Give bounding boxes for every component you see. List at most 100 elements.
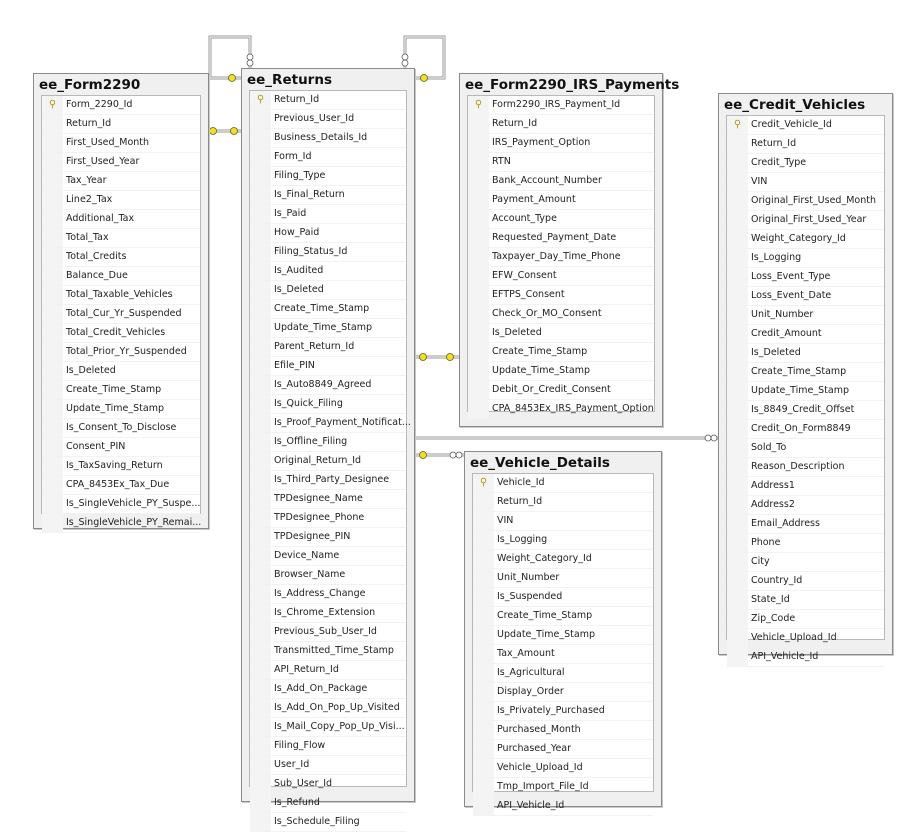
column-row[interactable]: Sold_To [727, 439, 884, 458]
column-row[interactable]: Create_Time_Stamp [473, 607, 653, 626]
column-row[interactable]: Filing_Flow [250, 737, 406, 756]
column-row[interactable]: Is_SingleVehicle_PY_Suspe... [42, 495, 200, 514]
column-row[interactable]: ⚲ Vehicle_Id [473, 474, 653, 493]
column-row[interactable]: Is_Offline_Filing [250, 433, 406, 452]
column-row[interactable]: Unit_Number [727, 306, 884, 325]
column-row[interactable]: Unit_Number [473, 569, 653, 588]
column-row[interactable]: Is_Add_On_Pop_Up_Visited [250, 699, 406, 718]
column-row[interactable]: Credit_Amount [727, 325, 884, 344]
column-row[interactable]: ⚲ Credit_Vehicle_Id [727, 116, 884, 135]
table-ee-credit-vehicles[interactable]: ee_Credit_Vehicles ⚲ Credit_Vehicle_Id Retu… [718, 93, 893, 667]
column-row[interactable]: Is_Deleted [727, 344, 884, 363]
column-row[interactable]: API_Vehicle_Id [473, 797, 653, 816]
column-row[interactable]: API_Return_Id [250, 661, 406, 680]
column-row[interactable]: City [727, 553, 884, 572]
column-row[interactable]: ⚲ Return_Id [250, 91, 406, 110]
column-row[interactable]: Taxpayer_Day_Time_Phone [468, 248, 654, 267]
column-row[interactable]: Total_Prior_Yr_Suspended [42, 343, 200, 362]
column-row[interactable]: Email_Address [727, 515, 884, 534]
column-row[interactable]: TPDesignee_PIN [250, 528, 406, 547]
column-row[interactable]: Line2_Tax [42, 191, 200, 210]
column-row[interactable]: Account_Type [468, 210, 654, 229]
column-row[interactable]: Is_Mail_Copy_Pop_Up_Visi... [250, 718, 406, 737]
column-row[interactable]: Check_Or_MO_Consent [468, 305, 654, 324]
column-row[interactable]: CPA_8453Ex_IRS_Payment_Option [468, 400, 654, 419]
column-row[interactable]: Is_Privately_Purchased [473, 702, 653, 721]
column-row[interactable]: Credit_Type [727, 154, 884, 173]
column-row[interactable]: Previous_Sub_User_Id [250, 623, 406, 642]
column-row[interactable]: Tax_Year [42, 172, 200, 191]
column-row[interactable]: Is_Suspended [473, 588, 653, 607]
column-row[interactable]: Is_Audited [250, 262, 406, 281]
column-row[interactable]: Is_Quick_Filing [250, 395, 406, 414]
column-row[interactable]: Balance_Due [42, 267, 200, 286]
column-row[interactable]: Is_Proof_Payment_Notificat... [250, 414, 411, 433]
column-row[interactable]: Tmp_Import_File_Id [473, 778, 653, 797]
column-row[interactable]: IRS_Payment_Option [468, 134, 654, 153]
table-ee-form2290[interactable]: ee_Form2290 ⚲ Form_2290_Id Return_Id First_U… [33, 73, 209, 533]
column-row[interactable]: Vehicle_Upload_Id [473, 759, 653, 778]
column-row[interactable]: Bank_Account_Number [468, 172, 654, 191]
column-row[interactable]: User_Id [250, 756, 406, 775]
column-row[interactable]: Loss_Event_Type [727, 268, 884, 287]
column-row[interactable]: Create_Time_Stamp [727, 363, 884, 382]
column-row[interactable]: Create_Time_Stamp [468, 343, 654, 362]
column-row[interactable]: Consent_PIN [42, 438, 200, 457]
column-row[interactable]: VIN [727, 173, 884, 192]
column-row[interactable]: Display_Order [473, 683, 653, 702]
column-row[interactable]: Update_Time_Stamp [42, 400, 200, 419]
column-row[interactable]: VIN [473, 512, 653, 531]
column-row[interactable]: TPDesignee_Name [250, 490, 406, 509]
column-row[interactable]: API_Vehicle_Id [727, 648, 884, 667]
column-row[interactable]: Is_SingleVehicle_PY_Remai... [42, 514, 201, 533]
column-row[interactable]: Is_Refund [250, 794, 406, 813]
column-row[interactable]: Total_Cur_Yr_Suspended [42, 305, 200, 324]
column-row[interactable]: Vehicle_Upload_Id [727, 629, 884, 648]
column-row[interactable]: Transmitted_Time_Stamp [250, 642, 406, 661]
column-row[interactable]: Tax_Amount [473, 645, 653, 664]
column-row[interactable]: Is_8849_Credit_Offset [727, 401, 884, 420]
column-row[interactable]: Total_Tax [42, 229, 200, 248]
column-row[interactable]: EFW_Consent [468, 267, 654, 286]
column-row[interactable]: Is_Agricultural [473, 664, 653, 683]
column-row[interactable]: Return_Id [468, 115, 654, 134]
column-row[interactable]: Country_Id [727, 572, 884, 591]
column-row[interactable]: Total_Credits [42, 248, 200, 267]
column-row[interactable]: Return_Id [42, 115, 200, 134]
column-row[interactable]: Original_Return_Id [250, 452, 406, 471]
column-row[interactable]: Filing_Type [250, 167, 406, 186]
column-row[interactable]: Create_Time_Stamp [42, 381, 200, 400]
column-row[interactable]: Return_Id [727, 135, 884, 154]
column-row[interactable]: Is_Paid [250, 205, 406, 224]
column-row[interactable]: Phone [727, 534, 884, 553]
column-row[interactable]: Update_Time_Stamp [250, 319, 406, 338]
column-row[interactable]: Efile_PIN [250, 357, 406, 376]
column-row[interactable]: Is_Logging [727, 249, 884, 268]
column-row[interactable]: Device_Name [250, 547, 406, 566]
column-row[interactable]: Create_Time_Stamp [250, 300, 406, 319]
column-row[interactable]: Previous_User_Id [250, 110, 406, 129]
column-row[interactable]: Original_First_Used_Year [727, 211, 884, 230]
table-ee-form2290-irs-payments[interactable]: ee_Form2290_IRS_Payments ⚲ Form2290_IRS_Pa… [459, 73, 679, 427]
table-ee-returns[interactable]: ee_Returns ⚲ Return_Id Previous_User_Id Busi… [241, 68, 415, 832]
column-row[interactable]: Purchased_Month [473, 721, 653, 740]
column-row[interactable]: Browser_Name [250, 566, 406, 585]
column-row[interactable]: Total_Credit_Vehicles [42, 324, 200, 343]
column-row[interactable]: Is_Final_Return [250, 186, 406, 205]
column-row[interactable]: Is_Consent_To_Disclose [42, 419, 200, 438]
column-row[interactable]: Credit_On_Form8849 [727, 420, 884, 439]
column-row[interactable]: Weight_Category_Id [473, 550, 653, 569]
column-row[interactable]: ⚲ Form_2290_Id [42, 96, 200, 115]
column-row[interactable]: EFTPS_Consent [468, 286, 654, 305]
column-row[interactable]: Sub_User_Id [250, 775, 406, 794]
column-row[interactable]: Address1 [727, 477, 884, 496]
column-row[interactable]: Is_Logging [473, 531, 653, 550]
column-row[interactable]: Return_Id [473, 493, 653, 512]
column-row[interactable]: First_Used_Year [42, 153, 200, 172]
column-row[interactable]: Is_Deleted [468, 324, 654, 343]
column-row[interactable]: Loss_Event_Date [727, 287, 884, 306]
column-row[interactable]: Debit_Or_Credit_Consent [468, 381, 654, 400]
column-row[interactable]: Is_Third_Party_Designee [250, 471, 406, 490]
column-row[interactable]: Is_Auto8849_Agreed [250, 376, 406, 395]
column-row[interactable]: RTN [468, 153, 654, 172]
